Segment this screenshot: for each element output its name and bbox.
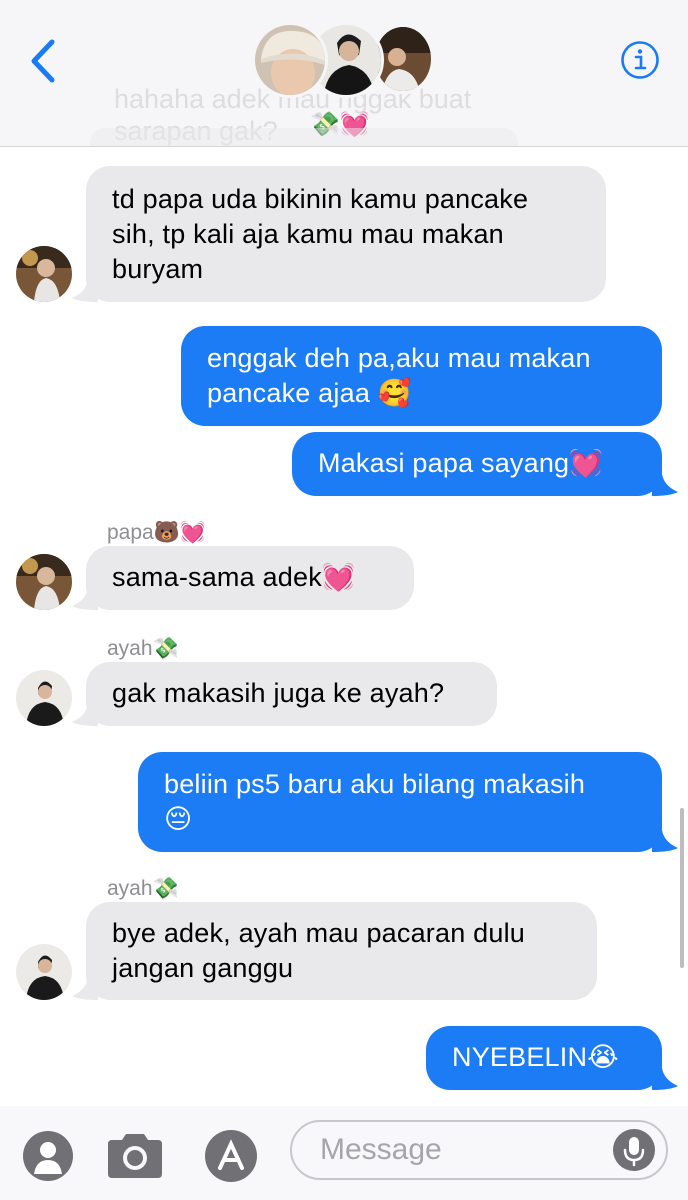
message-bubble-received[interactable]: gak makasih juga ke ayah?	[86, 662, 497, 726]
message-thread: td papa uda bikinin kamu pancake sih, tp…	[0, 0, 688, 1200]
avatar-ayah[interactable]	[16, 944, 72, 1000]
bubble-tail	[652, 830, 678, 852]
contacts-button[interactable]	[22, 1130, 74, 1182]
camera-button[interactable]	[104, 1130, 166, 1182]
ghost-bubble	[90, 128, 518, 146]
app-store-button[interactable]	[200, 1130, 262, 1182]
sender-name: papa🐻💓	[107, 521, 207, 544]
message-bubble-sent[interactable]: enggak deh pa,aku mau makan pancake ajaa…	[181, 326, 662, 426]
message-bubble-sent[interactable]: Makasi papa sayang💓	[292, 432, 662, 496]
message-text-line: enggak deh pa,aku mau makan	[207, 343, 591, 373]
info-button[interactable]	[620, 40, 660, 80]
bubble-tail	[72, 704, 98, 726]
back-button[interactable]	[26, 38, 62, 84]
conversation-header: hahaha adek mau nggak buat sarapan gak? …	[0, 0, 688, 147]
avatar-papa[interactable]	[16, 246, 72, 302]
bubble-tail	[72, 978, 98, 1000]
bubble-tail	[72, 280, 98, 302]
message-text-line: td papa uda bikinin kamu pancake	[112, 184, 529, 214]
bubble-tail	[652, 474, 678, 496]
camera-icon	[108, 1134, 162, 1178]
avatar-ayah[interactable]	[16, 670, 72, 726]
bubble-tail	[652, 1068, 678, 1090]
message-bubble-received[interactable]: sama-sama adek💓	[86, 546, 414, 610]
app-store-icon	[205, 1130, 257, 1182]
message-bubble-received[interactable]: td papa uda bikinin kamu pancake sih, tp…	[86, 166, 606, 302]
message-text-line: gak makasih juga ke ayah?	[112, 678, 445, 708]
message-text-line: Makasi papa sayang💓	[318, 448, 604, 478]
sender-name: ayah💸	[107, 637, 179, 660]
contacts-icon	[23, 1131, 73, 1181]
avatar-papa[interactable]	[16, 554, 72, 610]
sender-name: ayah💸	[107, 877, 179, 900]
message-text-line: NYEBELIN😭	[452, 1042, 619, 1072]
message-text-line: jangan ganggu	[112, 953, 294, 983]
message-text-line: pancake ajaa 🥰	[207, 378, 412, 408]
microphone-button[interactable]	[612, 1128, 656, 1172]
microphone-icon	[613, 1129, 655, 1171]
message-bubble-received[interactable]: bye adek, ayah mau pacaran dulu jangan g…	[86, 902, 597, 1000]
message-text-line: sama-sama adek💓	[112, 562, 356, 592]
chevron-left-icon	[31, 39, 55, 83]
scroll-indicator[interactable]	[680, 808, 684, 968]
message-bubble-sent[interactable]: NYEBELIN😭	[426, 1026, 662, 1090]
message-text-line: beliin ps5 baru aku bilang makasih	[164, 769, 586, 799]
message-bubble-sent[interactable]: beliin ps5 baru aku bilang makasih 😔	[138, 752, 662, 852]
message-text-line: 😔	[164, 804, 193, 834]
message-text-line: bye adek, ayah mau pacaran dulu	[112, 918, 525, 948]
message-text-line: buryam	[112, 254, 204, 284]
group-avatars[interactable]	[252, 20, 434, 100]
bubble-tail	[72, 588, 98, 610]
message-text-line: sih, tp kali aja kamu mau makan	[112, 219, 504, 249]
composer-bar: Message	[0, 1106, 688, 1200]
avatar-user	[252, 22, 328, 98]
info-icon	[621, 41, 659, 79]
